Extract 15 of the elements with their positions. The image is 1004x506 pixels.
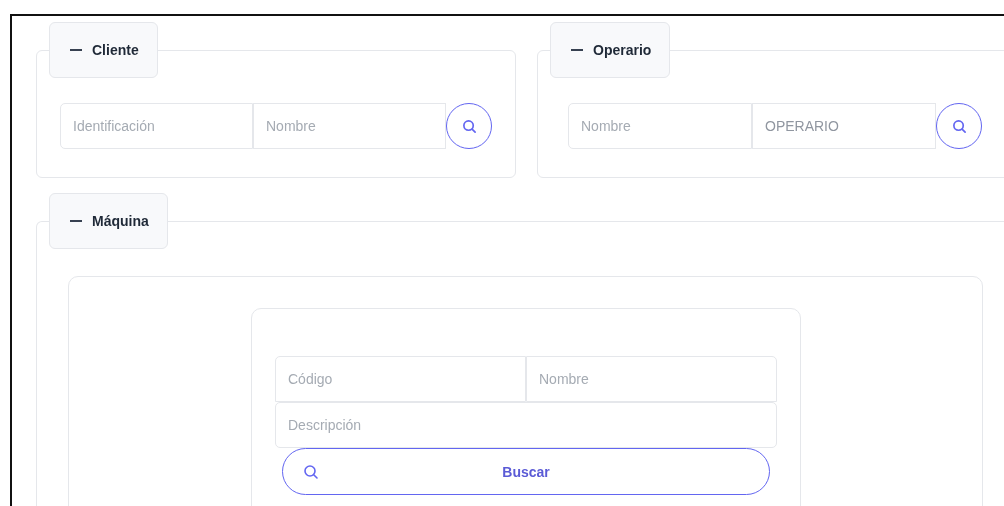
section-toggle[interactable]: Cliente (49, 22, 158, 78)
search-icon (303, 463, 319, 480)
search-button[interactable] (936, 103, 982, 149)
input-field[interactable]: Nombre (253, 103, 446, 149)
section-toggle[interactable]: Operario (550, 22, 671, 78)
section-toggle[interactable]: Máquina (49, 193, 168, 249)
input-field[interactable]: Descripción (275, 402, 777, 448)
search-icon (461, 118, 477, 134)
search-button[interactable]: Buscar (282, 448, 770, 495)
search-icon (951, 118, 967, 134)
input-field[interactable]: Identificación (60, 103, 253, 149)
search-button[interactable] (446, 103, 492, 149)
input-field[interactable]: Código (275, 356, 526, 402)
input-field[interactable]: Nombre (526, 356, 777, 402)
input-field[interactable]: Nombre (568, 103, 752, 149)
